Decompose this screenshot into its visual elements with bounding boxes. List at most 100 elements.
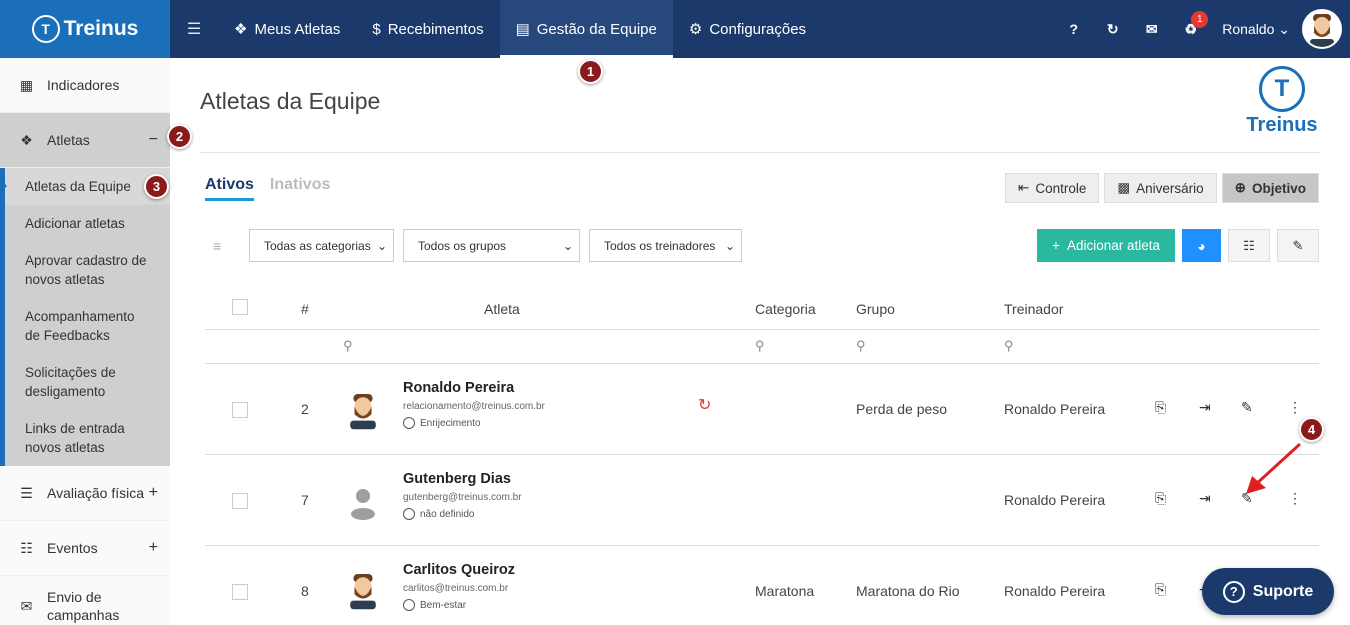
chevron-down-icon: ⌄ xyxy=(562,238,573,253)
athlete-name[interactable]: Gutenberg Dias xyxy=(403,471,522,487)
sidebar-subitem-links-entrada[interactable]: Links de entrada novos atletas xyxy=(5,410,170,466)
crosshair-icon: ⊕ xyxy=(1234,180,1246,195)
nav-configuracoes[interactable]: ⚙ Configurações xyxy=(673,0,822,58)
main-content: Atletas da Equipe T Treinus Ativos Inati… xyxy=(170,58,1350,625)
chevron-down-icon: ⌄ xyxy=(376,238,387,253)
expand-toggle[interactable]: + xyxy=(149,539,158,557)
step-marker: 4 xyxy=(1299,417,1324,442)
pencil-icon[interactable]: ✎ xyxy=(1241,399,1253,416)
athlete-goal: Enrijecimento xyxy=(403,417,545,429)
step-marker: 1 xyxy=(578,59,603,84)
more-vertical-icon[interactable]: ⋮ xyxy=(1288,399,1302,416)
medal-icon: ❖ xyxy=(20,131,33,148)
sidebar-item-envio-campanhas[interactable]: ✉ Envio de campanhas xyxy=(0,576,170,625)
objetivo-button[interactable]: ⊕ Objetivo xyxy=(1221,173,1319,203)
add-athlete-button[interactable]: + Adicionar atleta xyxy=(1037,229,1175,262)
view-toggle-group: ⇤ Controle ▩ Aniversário ⊕ Objetivo xyxy=(1005,173,1319,203)
sync-icon[interactable]: ↻ xyxy=(1093,21,1132,38)
actions-bar: + Adicionar atleta ◕ ☷ ✎ xyxy=(1037,229,1319,262)
pie-chart-icon: ◕ xyxy=(1197,237,1206,254)
bulk-edit-button[interactable]: ✎ xyxy=(1277,229,1319,262)
athlete-email: carlitos@treinus.com.br xyxy=(403,583,509,594)
help-icon[interactable]: ? xyxy=(1054,21,1093,37)
clipboard-icon[interactable]: ⎘ xyxy=(1155,490,1166,507)
sidebar: ▦ Indicadores ❖ Atletas − Atletas da Equ… xyxy=(0,58,170,625)
tab-ativos[interactable]: Ativos xyxy=(205,176,254,201)
row-checkbox[interactable] xyxy=(232,402,248,418)
search-icon[interactable]: ⚲ xyxy=(343,338,353,354)
row-checkbox[interactable] xyxy=(232,584,248,600)
sidebar-subitem-adicionar-atletas[interactable]: Adicionar atletas xyxy=(5,205,170,242)
bearded-man-icon xyxy=(1310,14,1334,47)
expand-toggle[interactable]: + xyxy=(149,484,158,502)
athletes-table: # Atleta Categoria Grupo Treinador ⚲ ⚲ ⚲… xyxy=(205,288,1319,625)
dollar-icon: $ xyxy=(372,20,381,38)
mail-icon[interactable]: ✉ xyxy=(1132,21,1171,38)
clipboard-icon[interactable]: ⎘ xyxy=(1155,399,1166,416)
ruler-icon: ☰ xyxy=(20,484,33,501)
treinus-logo-icon: T xyxy=(1259,66,1305,112)
crosshair-icon xyxy=(403,417,415,429)
sign-in-icon[interactable]: ⇥ xyxy=(1199,490,1211,507)
sidebar-submenu-atletas: Atletas da Equipe Adicionar atletas Apro… xyxy=(0,168,170,466)
treinus-logo[interactable]: T Treinus xyxy=(0,0,170,58)
athlete-name[interactable]: Ronaldo Pereira xyxy=(403,380,545,396)
treinus-logo-icon: T xyxy=(31,15,60,43)
row-checkbox[interactable] xyxy=(232,493,248,509)
sign-in-icon[interactable]: ⇥ xyxy=(1199,399,1211,416)
bearded-man-icon xyxy=(350,574,376,610)
plus-icon: + xyxy=(1052,238,1060,253)
nav-recebimentos[interactable]: $ Recebimentos xyxy=(356,0,499,58)
menu-collapse-icon[interactable]: ☰ xyxy=(170,19,218,39)
annotation-arrow xyxy=(1246,442,1302,494)
athlete-name[interactable]: Carlitos Queiroz xyxy=(403,562,515,578)
status-tabs: Ativos Inativos xyxy=(205,176,330,201)
pie-chart-button[interactable]: ◕ xyxy=(1182,229,1221,262)
tab-inativos[interactable]: Inativos xyxy=(270,176,330,201)
sidebar-item-atletas[interactable]: ❖ Atletas − xyxy=(0,113,170,168)
notification-badge: 1 xyxy=(1191,10,1209,28)
sidebar-item-eventos[interactable]: ☷ Eventos + xyxy=(0,521,170,576)
sidebar-subitem-solicitacoes-desligamento[interactable]: Solicitações de desligamento xyxy=(5,354,170,410)
categoria-select[interactable]: Todas as categorias ⌄ xyxy=(249,229,394,262)
controle-button[interactable]: ⇤ Controle xyxy=(1005,173,1100,203)
crosshair-icon xyxy=(403,508,415,520)
grupo-select[interactable]: Todos os grupos ⌄ xyxy=(403,229,580,262)
search-icon[interactable]: ⚲ xyxy=(755,338,765,354)
refresh-icon[interactable]: ↻ xyxy=(698,395,711,415)
sidebar-subitem-aprovar-cadastro[interactable]: Aprovar cadastro de novos atletas xyxy=(5,242,170,298)
athlete-info: Gutenberg Dias gutenberg@treinus.com.br … xyxy=(403,471,522,520)
step-marker: 2 xyxy=(167,124,192,149)
sidebar-item-indicadores[interactable]: ▦ Indicadores xyxy=(0,58,170,113)
chevron-down-icon: ⌄ xyxy=(724,238,735,253)
default-user-icon xyxy=(351,489,375,520)
table-row: 2 Ronaldo Pereira relacionamento@treinus… xyxy=(205,364,1319,455)
filters-bar: ≡ Todas as categorias ⌄ Todos os grupos … xyxy=(213,229,742,262)
table-row: 8 Carlitos Queiroz carlitos@treinus.com.… xyxy=(205,546,1319,625)
excel-file-icon: ☷ xyxy=(1243,237,1255,253)
select-all-checkbox[interactable] xyxy=(232,299,248,315)
crosshair-icon xyxy=(403,599,415,611)
sidebar-subitem-acompanhamento-feedbacks[interactable]: Acompanhamento de Feedbacks xyxy=(5,298,170,354)
nav-meus-atletas[interactable]: ❖ Meus Atletas xyxy=(218,0,356,58)
search-icon[interactable]: ⚲ xyxy=(856,338,866,354)
bell-icon[interactable]: ♻ 1 xyxy=(1171,10,1210,38)
bar-chart-icon: ▦ xyxy=(19,76,34,93)
user-avatar[interactable] xyxy=(1302,9,1342,49)
export-excel-button[interactable]: ☷ xyxy=(1228,229,1270,262)
aniversario-button[interactable]: ▩ Aniversário xyxy=(1104,173,1217,203)
nav-gestao-da-equipe[interactable]: ▤ Gestão da Equipe xyxy=(499,0,674,58)
search-icon[interactable]: ⚲ xyxy=(1004,338,1014,354)
table-header: # Atleta Categoria Grupo Treinador xyxy=(205,288,1319,330)
support-button[interactable]: ? Suporte xyxy=(1202,568,1334,615)
user-menu[interactable]: Ronaldo ⌄ xyxy=(1210,21,1302,38)
treinador-select[interactable]: Todos os treinadores ⌄ xyxy=(589,229,742,262)
collapse-toggle[interactable]: − xyxy=(149,131,158,149)
sidebar-item-avaliacao-fisica[interactable]: ☰ Avaliação física + xyxy=(0,466,170,521)
medal-icon: ❖ xyxy=(234,21,248,38)
top-navbar: T Treinus ☰ ❖ Meus Atletas $ Recebimento… xyxy=(0,0,1350,58)
step-marker: 3 xyxy=(144,174,169,199)
send-icon: ✉ xyxy=(20,597,33,614)
clipboard-icon[interactable]: ⎘ xyxy=(1155,581,1166,598)
athlete-email: relacionamento@treinus.com.br xyxy=(403,401,545,412)
